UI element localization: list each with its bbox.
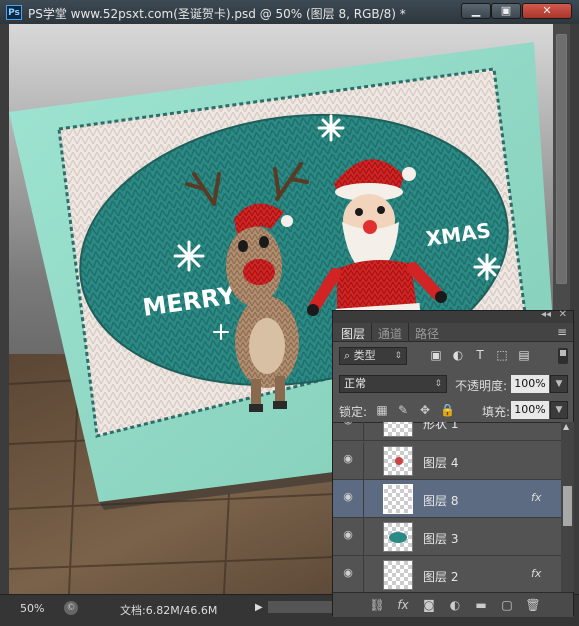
chevron-updown-icon: ⇕ [434, 379, 442, 389]
photoshop-app-icon: Ps [6, 5, 22, 20]
divider [363, 480, 364, 518]
kind-filter-select[interactable]: ⌕ 类型 ⇕ [339, 347, 407, 365]
eye-icon[interactable]: ◉ [341, 422, 355, 425]
panel-tabs: 图层 通道 路径 ≡ [333, 323, 573, 342]
blend-mode-select[interactable]: 正常 ⇕ [339, 375, 447, 393]
layer-thumbnail [383, 522, 413, 552]
layers-scrollbar[interactable]: ▲ [561, 422, 574, 592]
document-info: 文档:6.82M/46.6M [120, 604, 218, 617]
layer-row[interactable]: ◉ 形状 1 [333, 422, 561, 441]
status-info-icon[interactable]: © [64, 601, 78, 615]
lock-label: 锁定: [339, 405, 368, 419]
scroll-up-icon[interactable]: ▲ [563, 422, 569, 431]
layer-name[interactable]: 形状 1 [423, 422, 458, 432]
layers-list[interactable]: ◉ 形状 1 ◉ 图层 4 ◉ 图层 8 fx ◉ [333, 422, 561, 592]
filter-row: ⌕ 类型 ⇕ ▣ ◐ T ⬚ ▤ [333, 342, 573, 370]
layer-effects-icon[interactable]: fx [531, 491, 541, 504]
layer-name[interactable]: 图层 2 [423, 568, 458, 585]
panel-menu-icon[interactable]: ≡ [557, 325, 567, 339]
layer-effects-icon[interactable]: fx [531, 567, 541, 580]
lock-move-icon[interactable]: ✥ [418, 403, 432, 417]
new-adjustment-layer-icon[interactable]: ◐ [447, 597, 463, 613]
tab-divider [408, 323, 409, 341]
layer-row-selected[interactable]: ◉ 图层 8 fx [333, 480, 561, 518]
new-group-icon[interactable]: ▬ [473, 597, 489, 613]
lock-transparent-icon[interactable]: ▦ [375, 403, 389, 417]
minimize-button[interactable]: ▁ [461, 3, 491, 19]
layer-row[interactable]: ◉ 图层 4 [333, 442, 561, 480]
search-icon: ⌕ [344, 349, 354, 362]
divider [363, 422, 364, 441]
layer-thumbnail [383, 446, 413, 476]
tab-layers[interactable]: 图层 [341, 325, 365, 342]
opacity-label: 不透明度: [455, 379, 508, 393]
canvas-horizontal-scrollbar[interactable] [268, 601, 332, 613]
maximize-icon: ▣ [500, 4, 512, 17]
panel-header[interactable]: ◂◂ ✕ [333, 309, 573, 323]
opacity-input[interactable]: 100% [511, 375, 549, 393]
new-layer-icon[interactable]: ▢ [499, 597, 515, 613]
lock-row: 锁定: ▦ ✎ ✥ 🔒 填充: 100% ▼ [333, 398, 573, 423]
status-menu-arrow-icon[interactable]: ▶ [255, 602, 263, 613]
add-layer-style-icon[interactable]: fx [395, 597, 411, 613]
layer-row[interactable]: ◉ 图层 3 [333, 518, 561, 556]
add-mask-icon[interactable]: ◙ [421, 597, 437, 613]
panel-close-icon[interactable]: ✕ [559, 309, 567, 320]
tab-paths[interactable]: 路径 [415, 325, 439, 342]
layers-panel: ◂◂ ✕ 图层 通道 路径 ≡ ⌕ 类型 ⇕ ▣ ◐ T ⬚ ▤ 正常 ⇕ 不透… [332, 309, 574, 617]
type-filter-icon[interactable]: T [473, 348, 487, 362]
title-bar[interactable]: Ps PS学堂 www.52psxt.com(圣诞贺卡).psd @ 50% (… [0, 0, 579, 24]
pixel-filter-icon[interactable]: ▣ [429, 348, 443, 362]
close-icon: ✕ [542, 4, 552, 17]
layer-name[interactable]: 图层 4 [423, 454, 458, 471]
fill-input[interactable]: 100% [511, 401, 549, 419]
delete-layer-icon[interactable]: 🗑 [525, 597, 541, 613]
blend-row: 正常 ⇕ 不透明度: 100% ▼ [333, 370, 573, 398]
eye-icon[interactable]: ◉ [341, 567, 355, 578]
opacity-dropdown-icon[interactable]: ▼ [550, 375, 568, 393]
divider [363, 556, 364, 592]
layer-name[interactable]: 图层 3 [423, 530, 458, 547]
scrollbar-thumb[interactable] [556, 34, 567, 284]
smart-object-filter-icon[interactable]: ▤ [517, 348, 531, 362]
photoshop-window: Ps PS学堂 www.52psxt.com(圣诞贺卡).psd @ 50% (… [0, 0, 579, 626]
eye-icon[interactable]: ◉ [341, 491, 355, 502]
shape-filter-icon[interactable]: ⬚ [495, 348, 509, 362]
chevron-updown-icon: ⇕ [394, 351, 402, 361]
window-title: PS学堂 www.52psxt.com(圣诞贺卡).psd @ 50% (图层 … [28, 7, 406, 21]
layer-name[interactable]: 图层 8 [423, 492, 458, 509]
filter-toggle[interactable] [558, 348, 568, 364]
adjustment-filter-icon[interactable]: ◐ [451, 348, 465, 362]
divider [363, 518, 364, 556]
layers-panel-toolbar: ⛓ fx ◙ ◐ ▬ ▢ 🗑 [333, 592, 573, 617]
divider [363, 442, 364, 480]
collapse-icon[interactable]: ◂◂ [541, 309, 551, 320]
fill-label: 填充: [482, 405, 511, 419]
close-button[interactable]: ✕ [522, 3, 572, 19]
tab-channels[interactable]: 通道 [378, 325, 402, 342]
zoom-level[interactable]: 50% [20, 602, 44, 615]
layer-thumbnail [383, 484, 413, 514]
kind-filter-value: 类型 [353, 349, 376, 362]
layer-thumbnail [383, 422, 413, 437]
blend-mode-value: 正常 [344, 377, 366, 390]
eye-icon[interactable]: ◉ [341, 453, 355, 464]
lock-brush-icon[interactable]: ✎ [396, 403, 410, 417]
layers-scrollbar-thumb[interactable] [563, 486, 572, 526]
link-layers-icon[interactable]: ⛓ [369, 597, 385, 613]
minimize-icon: ▁ [471, 4, 481, 17]
maximize-button[interactable]: ▣ [491, 3, 521, 19]
lock-all-icon[interactable]: 🔒 [440, 403, 455, 417]
tab-divider [371, 323, 372, 341]
layer-row[interactable]: ◉ 图层 2 fx [333, 556, 561, 592]
eye-icon[interactable]: ◉ [341, 529, 355, 540]
layer-thumbnail [383, 560, 413, 590]
fill-dropdown-icon[interactable]: ▼ [550, 401, 568, 419]
